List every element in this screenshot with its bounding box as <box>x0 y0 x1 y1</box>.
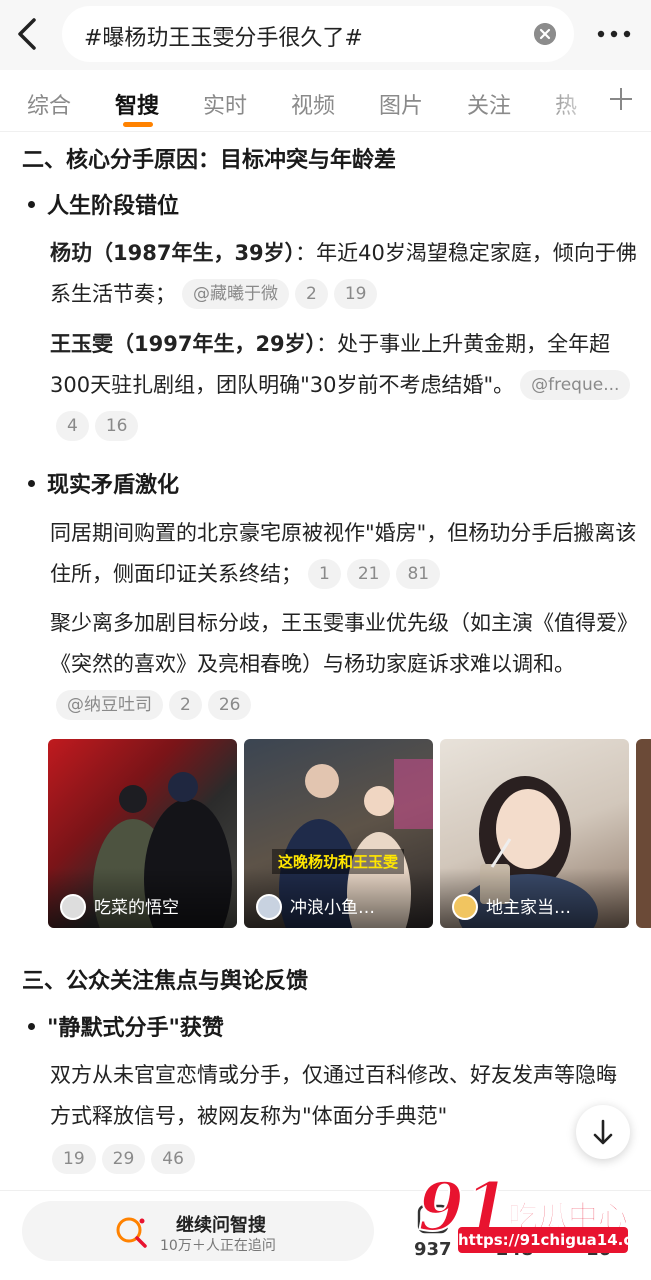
image-author: 冲浪小鱼… <box>290 898 375 918</box>
ref-chip[interactable]: 19 <box>52 1144 96 1174</box>
image-author: 吃菜的悟空 <box>94 898 179 918</box>
image-thumbnail-partial[interactable] <box>636 739 651 928</box>
ref-chip[interactable]: 19 <box>333 279 378 309</box>
avatar <box>452 894 478 920</box>
image-thumbnail[interactable]: 地主家当… <box>440 739 629 928</box>
paragraph: 杨玏（1987年生，39岁）：年近40岁渴望稳定家庭，倾向于佛系生活节奏； @藏曦… <box>50 233 640 315</box>
ref-chip[interactable]: 16 <box>94 411 139 441</box>
image-thumbnail[interactable]: 吃菜的悟空 <box>48 739 237 928</box>
chip-row: 19 29 46 <box>46 1139 636 1180</box>
bullet-heading: 人生阶段错位 <box>28 188 179 220</box>
paragraph-text: 聚少离多加剧目标分歧，王玉雯事业优先级（如主演《值得爱》《突然的喜欢》及亮相春晚… <box>50 611 638 676</box>
tab-follow[interactable]: 关注 <box>467 88 511 120</box>
section-title: 二、核心分手原因：目标冲突与年龄差 <box>22 148 397 173</box>
bullet-heading: "静默式分手"获赞 <box>28 1010 224 1042</box>
bullet-label: "静默式分手"获赞 <box>47 1016 224 1041</box>
scroll-down-button[interactable] <box>576 1105 630 1159</box>
image-author: 地主家当… <box>486 898 571 918</box>
avatar <box>256 894 282 920</box>
ref-chip[interactable]: 29 <box>101 1144 146 1174</box>
bullet-dot <box>28 200 35 208</box>
tab-video[interactable]: 视频 <box>291 88 335 120</box>
ref-chip[interactable]: 1 <box>308 559 341 589</box>
source-chip[interactable]: @纳豆吐司 <box>56 690 163 720</box>
tab-fade <box>545 70 605 130</box>
top-bar: #曝杨玏王玉雯分手很久了# <box>0 0 651 70</box>
paragraph: 聚少离多加剧目标分歧，王玉雯事业优先级（如主演《值得爱》《突然的喜欢》及亮相春晚… <box>50 603 640 726</box>
ref-chip[interactable]: 26 <box>207 690 252 720</box>
image-strip: 吃菜的悟空 这晚杨玏和王玉雯 冲浪小鱼… 地主家当… <box>48 739 651 928</box>
ref-chip[interactable]: 2 <box>169 690 202 720</box>
add-tab-icon[interactable] <box>608 86 634 112</box>
bullet-label: 人生阶段错位 <box>47 194 180 219</box>
ref-chip[interactable]: 4 <box>56 411 89 441</box>
paragraph: 同居期间购置的北京豪宅原被视作"婚房"，但杨玏分手后搬离该住所，侧面印证关系终结… <box>50 513 640 595</box>
watermark-url: https://91chigua14.com <box>458 1227 651 1253</box>
section-title: 三、公众关注焦点与舆论反馈 <box>22 969 309 994</box>
source-chip[interactable]: @freque... <box>520 370 631 400</box>
ref-chip[interactable]: 46 <box>151 1144 195 1174</box>
tab-smart-search[interactable]: 智搜 <box>115 88 159 120</box>
active-tab-indicator <box>123 122 153 127</box>
paragraph-bold: 杨玏（1987年生，39岁） <box>50 241 296 265</box>
search-field[interactable]: #曝杨玏王玉雯分手很久了# <box>62 6 574 62</box>
avatar <box>60 894 86 920</box>
ask-subtitle: 10万＋人正在追问 <box>160 1238 276 1254</box>
ask-title: 继续问智搜 <box>176 1215 266 1236</box>
bullet-label: 现实矛盾激化 <box>47 473 180 498</box>
ref-chip[interactable]: 81 <box>396 559 441 589</box>
paragraph: 双方从未官宣恋情或分手，仅通过百科修改、好友发声等隐晦方式释放信号，被网友称为"… <box>50 1055 625 1137</box>
ask-follow-up-button[interactable]: 继续问智搜 10万＋人正在追问 <box>22 1201 374 1261</box>
bullet-dot <box>28 479 35 487</box>
tab-comprehensive[interactable]: 综合 <box>27 88 71 120</box>
image-thumbnail[interactable]: 这晚杨玏和王玉雯 冲浪小鱼… <box>244 739 433 928</box>
paragraph: 王玉雯（1997年生，29岁）：处于事业上升黄金期，全年超300天驻扎剧组，团队… <box>50 324 640 447</box>
paragraph-text: 同居期间购置的北京豪宅原被视作"婚房"，但杨玏分手后搬离该住所，侧面印证关系终结… <box>50 521 637 586</box>
tab-bar: 综合 智搜 实时 视频 图片 关注 热 <box>0 70 651 132</box>
ref-chip[interactable]: 2 <box>295 279 328 309</box>
paragraph-text: 双方从未官宣恋情或分手，仅通过百科修改、好友发声等隐晦方式释放信号，被网友称为"… <box>50 1063 617 1128</box>
clear-icon[interactable] <box>534 23 556 45</box>
search-query[interactable]: #曝杨玏王玉雯分手很久了# <box>84 20 363 52</box>
source-chip[interactable]: @藏曦于微 <box>182 279 289 309</box>
tab-realtime[interactable]: 实时 <box>203 88 247 120</box>
bullet-dot <box>28 1022 35 1030</box>
smart-search-icon <box>116 1217 147 1248</box>
ref-chip[interactable]: 21 <box>346 559 391 589</box>
paragraph-bold: 王玉雯（1997年生，29岁） <box>50 332 317 356</box>
back-arrow-icon[interactable] <box>10 14 46 54</box>
bullet-heading: 现实矛盾激化 <box>28 467 179 499</box>
arrow-down-icon <box>593 1119 613 1145</box>
tab-images[interactable]: 图片 <box>379 88 423 120</box>
more-icon[interactable] <box>594 22 634 46</box>
